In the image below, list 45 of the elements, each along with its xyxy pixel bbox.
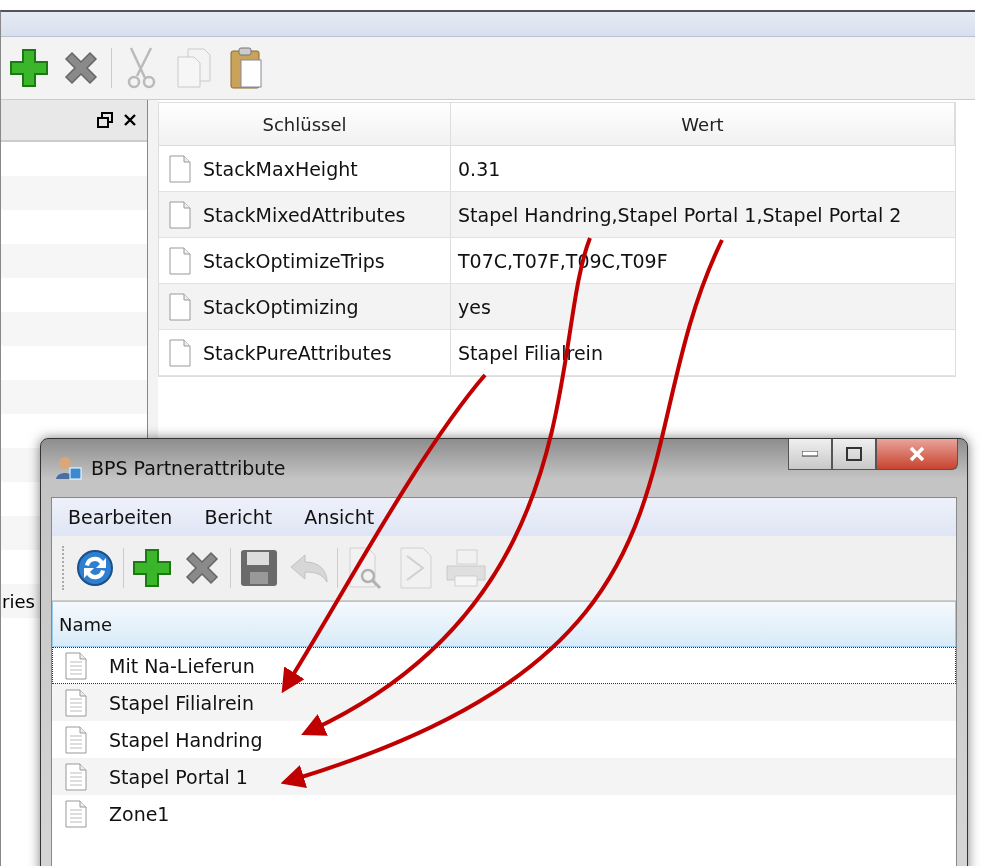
clipboard-icon[interactable] [229, 46, 263, 90]
toolbar-grip[interactable] [62, 546, 67, 590]
document-icon [65, 725, 87, 754]
window-title: BPS Partnerattribute [91, 457, 287, 479]
minimize-icon [802, 451, 818, 457]
document-icon [169, 154, 191, 183]
people-icon [55, 455, 83, 481]
column-header[interactable]: Schlüssel [159, 103, 451, 145]
list-item[interactable]: Mit Na-Lieferun [52, 647, 956, 684]
restore-icon[interactable] [97, 112, 113, 128]
maximize-button[interactable] [832, 439, 876, 470]
column-header[interactable]: Name [52, 601, 956, 647]
document-icon [169, 292, 191, 321]
key-cell: StackOptimizeTrips [203, 249, 385, 272]
close-icon[interactable] [123, 113, 137, 127]
value-cell: Stapel Handring,Stapel Portal 1,Stapel Portal 2 [458, 203, 902, 226]
menu-item[interactable]: Bericht [204, 506, 273, 528]
document-icon [169, 200, 191, 229]
key-cell: StackMixedAttributes [203, 203, 406, 226]
document-icon [169, 338, 191, 367]
document-icon [65, 762, 87, 791]
value-cell: yes [458, 295, 491, 318]
key-cell: StackPureAttributes [203, 341, 392, 364]
list-item[interactable]: Stapel Filialrein [52, 684, 956, 721]
document-icon [65, 651, 87, 680]
document-icon [65, 799, 87, 828]
column-header[interactable]: Wert [451, 103, 955, 145]
close-button[interactable] [876, 439, 958, 470]
value-cell: 0.31 [458, 157, 501, 180]
plus-icon[interactable] [132, 548, 172, 588]
document-icon [65, 688, 87, 717]
panel-label: ries [2, 590, 35, 612]
list-item[interactable]: Stapel Portal 1 [52, 758, 956, 795]
key-cell: StackMaxHeight [203, 157, 358, 180]
plus-icon[interactable] [9, 48, 49, 88]
key-cell: StackOptimizing [203, 295, 359, 318]
minimize-button[interactable] [788, 439, 832, 470]
menu-item[interactable]: Ansicht [304, 506, 375, 528]
delete-icon[interactable] [62, 49, 100, 87]
document-icon [169, 246, 191, 275]
delete-icon[interactable] [183, 549, 221, 587]
menu-item[interactable]: Bearbeiten [68, 506, 173, 528]
refresh-icon[interactable] [75, 547, 115, 589]
maximize-icon [846, 447, 862, 461]
close-icon [908, 446, 926, 462]
